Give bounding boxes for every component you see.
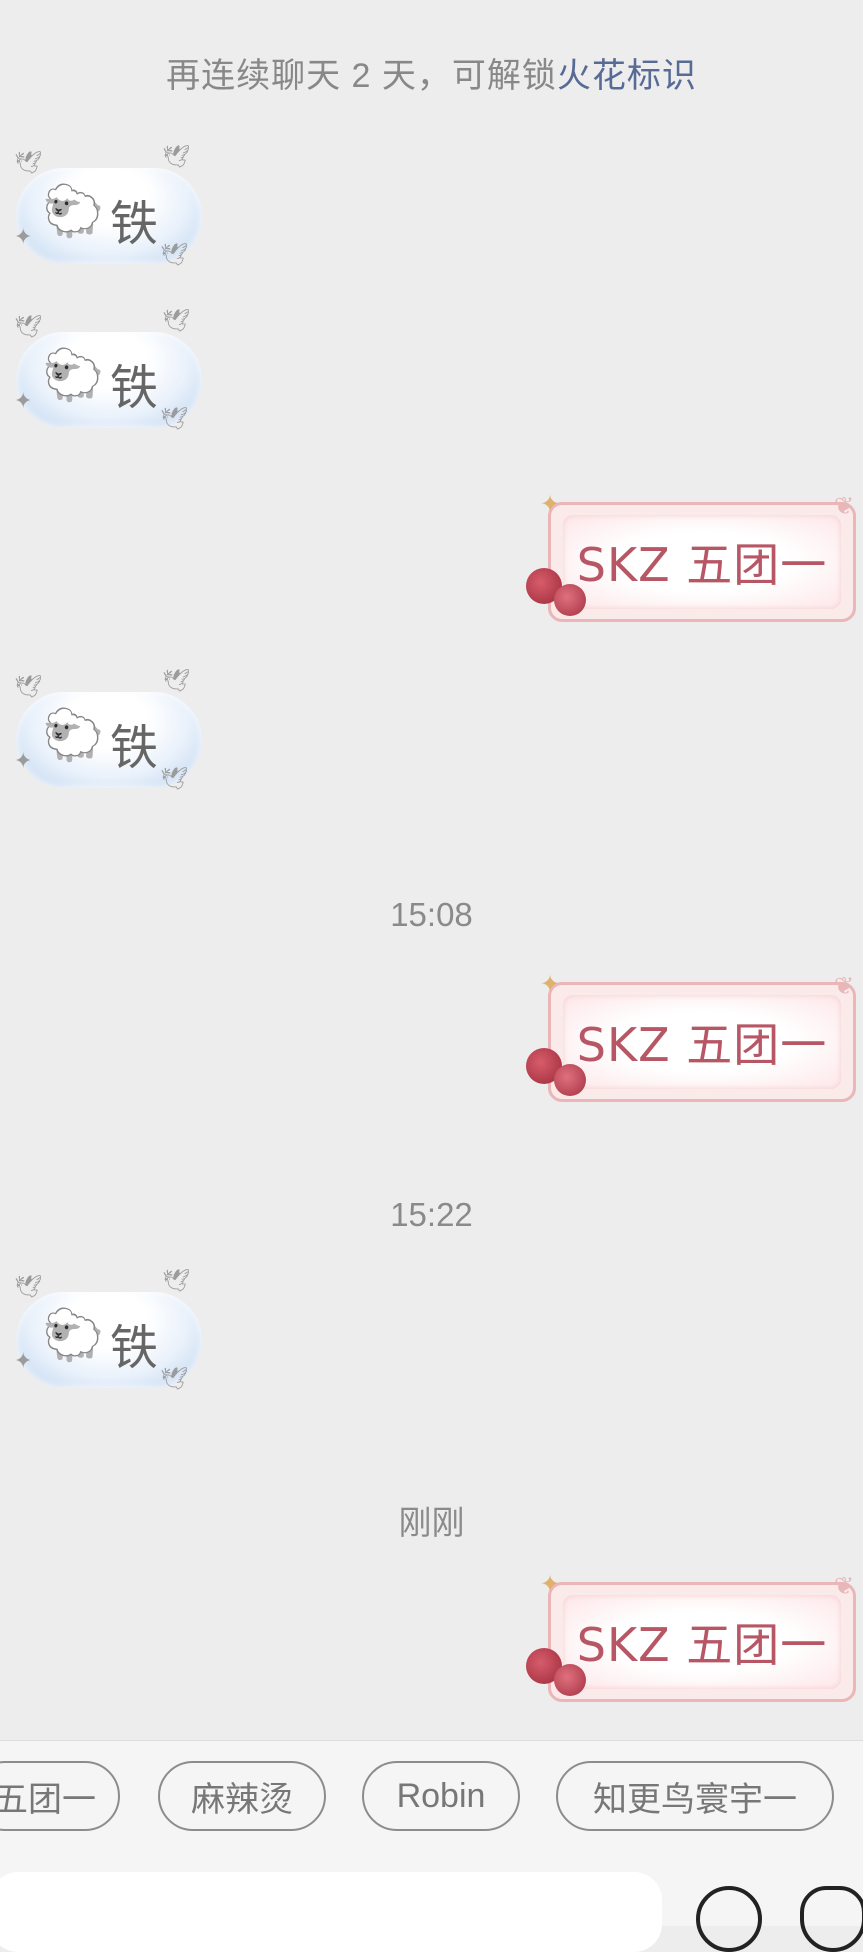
input-bar: [0, 1840, 863, 1952]
message-text: 铁: [110, 1320, 159, 1376]
quick-reply-chip[interactable]: 五团一: [0, 1761, 120, 1831]
butterfly-icon: ❦: [834, 973, 855, 1000]
rose-icon: [554, 1064, 586, 1096]
bubble-frame: SKZ 五团一: [548, 1582, 856, 1702]
outgoing-sticker-message[interactable]: SKZ 五团一 ✦ ❦: [518, 1571, 863, 1706]
quick-reply-bar: 五团一 麻辣烫 Robin 知更鸟寰宇一: [0, 1740, 863, 1841]
dove-icon: 🕊: [160, 242, 188, 267]
dove-icon: 🕊: [14, 150, 42, 175]
incoming-sticker-message[interactable]: 🕊 🕊 🕊 ✦ 🐑 铁: [10, 144, 206, 276]
rose-icon: [554, 1664, 586, 1696]
dove-icon: 🕊: [14, 1274, 42, 1299]
message-text: 铁: [110, 720, 159, 776]
outgoing-sticker-message[interactable]: SKZ 五团一 ✦ ❦: [518, 971, 863, 1106]
sparkle-icon: ✦: [540, 971, 561, 998]
streak-notice: 再连续聊天 2 天，可解锁火花标识: [0, 48, 863, 97]
incoming-sticker-message[interactable]: 🕊 🕊 🕊 ✦ 🐑 铁: [10, 1268, 206, 1400]
incoming-sticker-message[interactable]: 🕊 🕊 🕊 ✦ 🐑 铁: [10, 308, 206, 440]
more-options-icon[interactable]: [800, 1886, 863, 1952]
chat-area: 再连续聊天 2 天，可解锁火花标识 🕊 🕊 🕊 ✦ 🐑 铁 🕊 🕊 🕊 ✦ 🐑 …: [0, 0, 863, 1738]
sparkle-icon: ✦: [14, 224, 33, 249]
sparkle-icon: ✦: [14, 1348, 33, 1373]
quick-reply-chip[interactable]: Robin: [362, 1761, 520, 1831]
streak-notice-text: 再连续聊天 2 天，可解锁: [166, 57, 557, 95]
sparkle-icon: ✦: [540, 1571, 561, 1598]
sparkle-icon: ✦: [540, 491, 561, 518]
dove-icon: 🕊: [162, 1268, 190, 1293]
dove-icon: 🕊: [160, 1366, 188, 1391]
spark-badge-link[interactable]: 火花标识: [557, 57, 697, 95]
incoming-sticker-message[interactable]: 🕊 🕊 🕊 ✦ 🐑 铁: [10, 668, 206, 800]
timestamp: 15:08: [390, 896, 473, 933]
bubble-frame: SKZ 五团一: [548, 502, 856, 622]
timestamp: 15:22: [390, 1196, 473, 1233]
rose-icon: [554, 584, 586, 616]
quick-reply-chip[interactable]: 麻辣烫: [158, 1761, 326, 1831]
dove-icon: 🕊: [162, 144, 190, 169]
sheep-emoji: 🐑: [42, 183, 105, 239]
message-input[interactable]: [0, 1872, 662, 1952]
butterfly-icon: ❦: [834, 493, 855, 520]
dove-icon: 🕊: [162, 308, 190, 333]
message-text: SKZ 五团一: [576, 1618, 828, 1672]
timestamp: 刚刚: [398, 1504, 465, 1541]
dove-icon: 🕊: [14, 674, 42, 699]
message-text: 铁: [110, 360, 159, 416]
sparkle-icon: ✦: [14, 388, 33, 413]
outgoing-sticker-message[interactable]: SKZ 五团一 ✦ ❦: [518, 491, 863, 626]
dove-icon: 🕊: [162, 668, 190, 693]
dove-icon: 🕊: [160, 766, 188, 791]
quick-reply-chip[interactable]: 知更鸟寰宇一: [556, 1761, 834, 1831]
dove-icon: 🕊: [14, 314, 42, 339]
bubble-frame: SKZ 五团一: [548, 982, 856, 1102]
butterfly-icon: ❦: [834, 1573, 855, 1600]
dove-icon: 🕊: [160, 406, 188, 431]
sheep-emoji: 🐑: [42, 347, 105, 403]
message-text: SKZ 五团一: [576, 1018, 828, 1072]
sheep-emoji: 🐑: [42, 707, 105, 763]
emoji-icon[interactable]: [696, 1886, 762, 1952]
message-text: 铁: [110, 196, 159, 252]
sheep-emoji: 🐑: [42, 1307, 105, 1363]
sparkle-icon: ✦: [14, 748, 33, 773]
message-text: SKZ 五团一: [576, 538, 828, 592]
